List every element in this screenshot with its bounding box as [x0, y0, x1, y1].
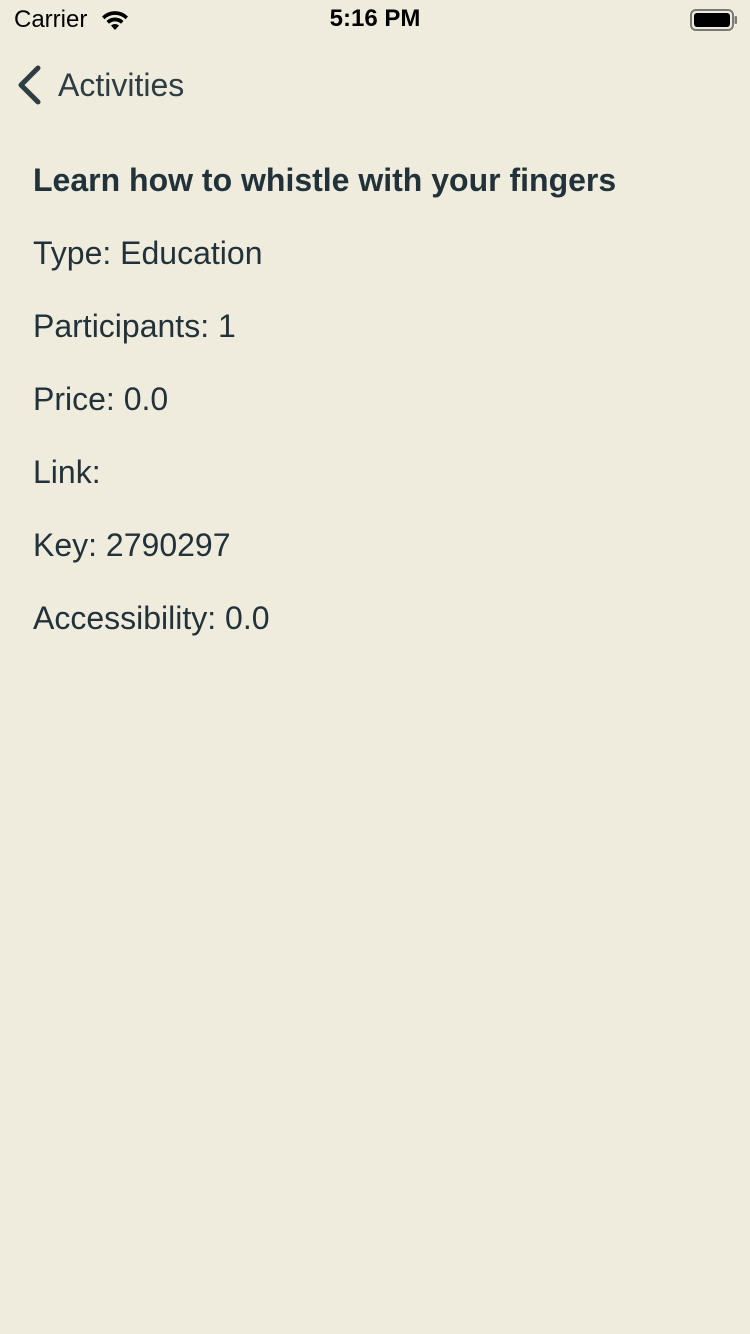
- back-button-label: Activities: [58, 66, 185, 103]
- activity-link: Link:: [33, 454, 101, 490]
- activity-type: Type: Education: [33, 235, 263, 271]
- chevron-left-icon: [18, 65, 41, 105]
- navigation-bar: Activities: [0, 58, 750, 112]
- activity-participants: Participants: 1: [33, 308, 236, 344]
- activity-key: Key: 2790297: [33, 527, 231, 563]
- battery-icon: [690, 9, 737, 31]
- activity-details: Learn how to whistle with your fingers T…: [33, 158, 723, 641]
- activity-accessibility: Accessibility: 0.0: [33, 600, 270, 636]
- back-button[interactable]: Activities: [14, 62, 184, 108]
- activity-price: Price: 0.0: [33, 381, 169, 417]
- status-time: 5:16 PM: [329, 5, 421, 32]
- status-bar: Carrier 5:16 PM: [0, 0, 750, 40]
- activity-title: Learn how to whistle with your fingers: [33, 162, 617, 198]
